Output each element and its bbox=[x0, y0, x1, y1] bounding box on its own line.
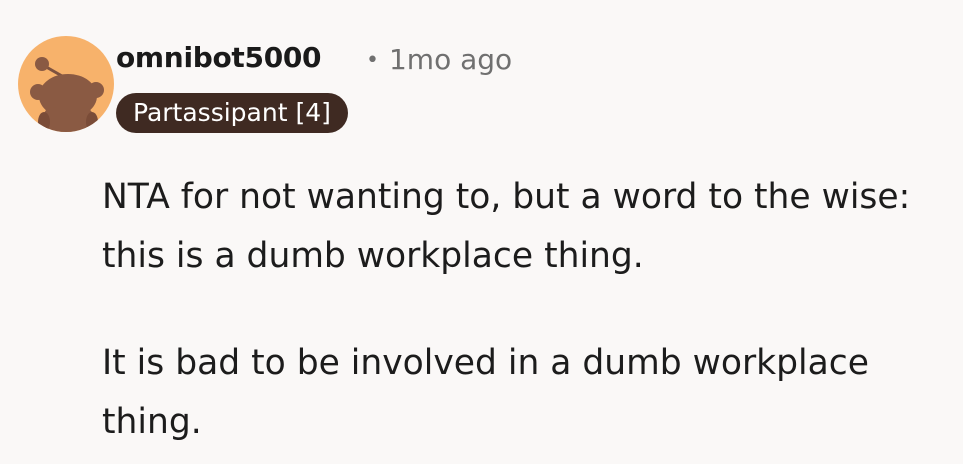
comment-paragraph: It is bad to be involved in a dumb workp… bbox=[102, 343, 869, 442]
comment-author[interactable]: omnibot5000 bbox=[116, 40, 322, 76]
snoo-avatar-icon bbox=[30, 57, 104, 132]
meta-separator: • bbox=[366, 48, 379, 73]
user-flair: Partassipant [4] bbox=[116, 93, 348, 133]
comment-meta: • 1mo ago bbox=[366, 42, 512, 79]
comment-paragraph: NTA for not wanting to, but a word to th… bbox=[102, 177, 911, 276]
comment-timestamp[interactable]: 1mo ago bbox=[389, 43, 512, 76]
comment-body: NTA for not wanting to, but a word to th… bbox=[102, 168, 952, 452]
comment: omnibot5000 • 1mo ago Partassipant [4] NT… bbox=[0, 0, 963, 464]
user-avatar[interactable] bbox=[18, 36, 114, 132]
